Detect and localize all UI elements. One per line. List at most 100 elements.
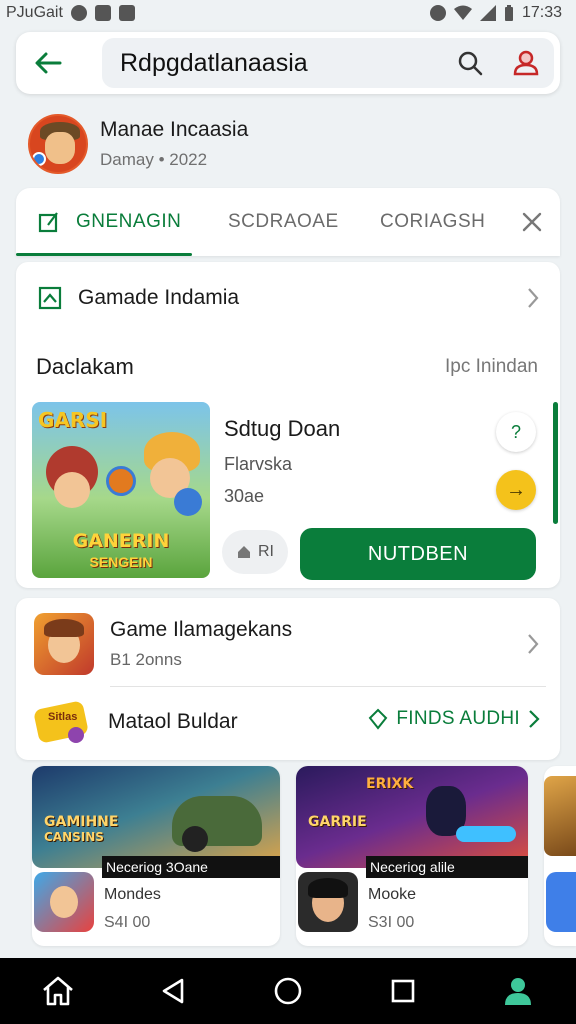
arrow-right-icon: → — [506, 478, 526, 501]
circle-icon — [274, 977, 302, 1005]
profile-header[interactable]: Manae Incaasia Damay • 2022 — [28, 112, 548, 176]
game-caption: Neceriog alile — [366, 856, 528, 878]
app-developer: Flarvska — [224, 454, 293, 474]
chevron-right-icon — [528, 288, 539, 308]
tab-bar: GNENAGIN SCDRAOAE CORIAGSH — [16, 188, 560, 256]
avatar — [28, 114, 88, 174]
edit-icon — [38, 212, 58, 233]
tag-icon — [369, 708, 388, 730]
tab-1-label: GNENAGIN — [76, 211, 182, 232]
recents-button[interactable] — [373, 961, 433, 1021]
home-circle-button[interactable] — [258, 961, 318, 1021]
close-icon — [522, 212, 542, 232]
profile-nav-button[interactable] — [488, 961, 548, 1021]
game-card[interactable]: GAMIHNE CANSINS Neceriog 3Oane Mondes S4… — [32, 766, 280, 946]
status-app-label: PJuGait — [6, 4, 63, 21]
chip-label: RI — [258, 543, 274, 560]
game-price: S4I 00 — [104, 914, 151, 931]
list-item[interactable]: Game Ilamagekans B1 2onns — [16, 610, 560, 678]
thumbnail-text: Sitlas — [48, 711, 78, 723]
profile-subtitle: Damay • 2022 — [100, 150, 208, 169]
battery-icon — [504, 5, 513, 21]
clock: 17:33 — [521, 4, 562, 21]
section-row[interactable]: Gamade Indamia — [16, 262, 560, 334]
thumb-icon — [238, 546, 250, 558]
settings-status-icon — [70, 5, 87, 21]
list-item-title: Mataol Buldar — [108, 710, 238, 733]
game-banner: GAMIHNE CANSINS — [32, 766, 280, 868]
tab-2[interactable]: SCDRAOAE — [228, 188, 339, 256]
back-triangle-icon — [162, 978, 184, 1004]
game-list-card: Game Ilamagekans B1 2onns Sitlas Mataol … — [16, 598, 560, 760]
tab-2-label: SCDRAOAE — [228, 211, 339, 232]
search-bar: Rdpgdatlanaasia — [16, 32, 560, 94]
search-input[interactable]: Rdpgdatlanaasia — [102, 38, 554, 88]
home-icon — [42, 976, 73, 1006]
game-icon — [34, 872, 94, 932]
game-name: Mooke — [368, 886, 417, 903]
scroll-indicator — [553, 402, 558, 524]
account-button[interactable] — [498, 38, 554, 88]
install-label: NUTDBEN — [367, 542, 469, 565]
profile-name: Manae Incaasia — [100, 118, 249, 141]
tab-3-label: CORIAGSH — [380, 211, 486, 232]
close-button[interactable] — [518, 208, 546, 236]
back-nav-button[interactable] — [143, 961, 203, 1021]
verified-badge-icon — [32, 152, 46, 166]
square-icon — [391, 979, 415, 1003]
status-bar: PJuGait 17:33 — [0, 0, 576, 26]
game-thumbnail: Sitlas — [34, 697, 90, 747]
banner-logo: GARSI — [38, 408, 108, 432]
featured-banner[interactable]: GARSI GANERIN SENGEIN — [32, 402, 210, 578]
search-query: Rdpgdatlanaasia — [120, 48, 308, 77]
search-icon — [458, 51, 483, 76]
section-title: Gamade Indamia — [78, 286, 240, 309]
divider — [110, 686, 546, 687]
message-status-icon — [118, 5, 135, 21]
game-banner-subtext: ERIXK — [366, 776, 414, 792]
app-size: 30ae — [224, 486, 265, 506]
help-button[interactable]: ? — [496, 412, 536, 452]
tab-3[interactable]: CORIAGSH — [380, 188, 485, 256]
person-icon — [505, 978, 532, 1005]
navigation-bar — [0, 958, 576, 1024]
image-icon — [38, 286, 62, 310]
notification-status-icon — [94, 5, 111, 21]
game-banner-text: GARRIE — [308, 814, 367, 830]
game-banner: ERIXK GARRIE — [296, 766, 528, 868]
install-button[interactable]: NUTDBEN — [300, 528, 536, 580]
game-card-partial[interactable] — [544, 766, 576, 946]
game-name: Mondes — [104, 886, 161, 903]
back-button[interactable] — [16, 32, 80, 94]
game-banner-text: GAMIHNE — [44, 814, 119, 830]
search-button[interactable] — [442, 38, 498, 88]
back-arrow-icon — [35, 52, 62, 74]
game-icon — [546, 872, 576, 932]
game-thumbnail — [34, 613, 94, 675]
find-link-label: FINDS AUDHI — [396, 708, 520, 729]
forward-button[interactable]: → — [496, 470, 536, 510]
app-title: Sdtug Doan — [224, 416, 341, 441]
game-card[interactable]: ERIXK GARRIE Neceriog alile Mooke S3I 00 — [296, 766, 528, 946]
rating-chip[interactable]: RI — [222, 530, 288, 574]
daily-more-link[interactable]: Ipc Inindan — [445, 356, 538, 378]
game-caption: Neceriog 3Oane — [102, 856, 280, 878]
banner-title: GANERIN — [72, 530, 170, 552]
game-banner — [544, 776, 576, 856]
game-price: S3I 00 — [368, 914, 415, 931]
list-item-subtitle: B1 2onns — [110, 650, 182, 669]
tab-1[interactable]: GNENAGIN — [16, 188, 192, 256]
find-link[interactable]: FINDS AUDHI — [368, 708, 540, 730]
help-icon: ? — [510, 421, 521, 442]
vibrate-icon — [429, 5, 446, 21]
chevron-right-icon — [528, 634, 539, 654]
list-item-title: Game Ilamagekans — [110, 618, 293, 641]
chevron-right-icon — [529, 710, 540, 728]
home-button[interactable] — [28, 961, 88, 1021]
banner-subtitle: SENGEIN — [89, 554, 153, 570]
game-icon — [298, 872, 358, 932]
signal-icon — [479, 5, 496, 21]
featured-card: Gamade Indamia Daclakam Ipc Inindan GARS… — [16, 262, 560, 588]
game-banner-subtext: CANSINS — [44, 830, 104, 844]
wifi-icon — [453, 5, 472, 20]
